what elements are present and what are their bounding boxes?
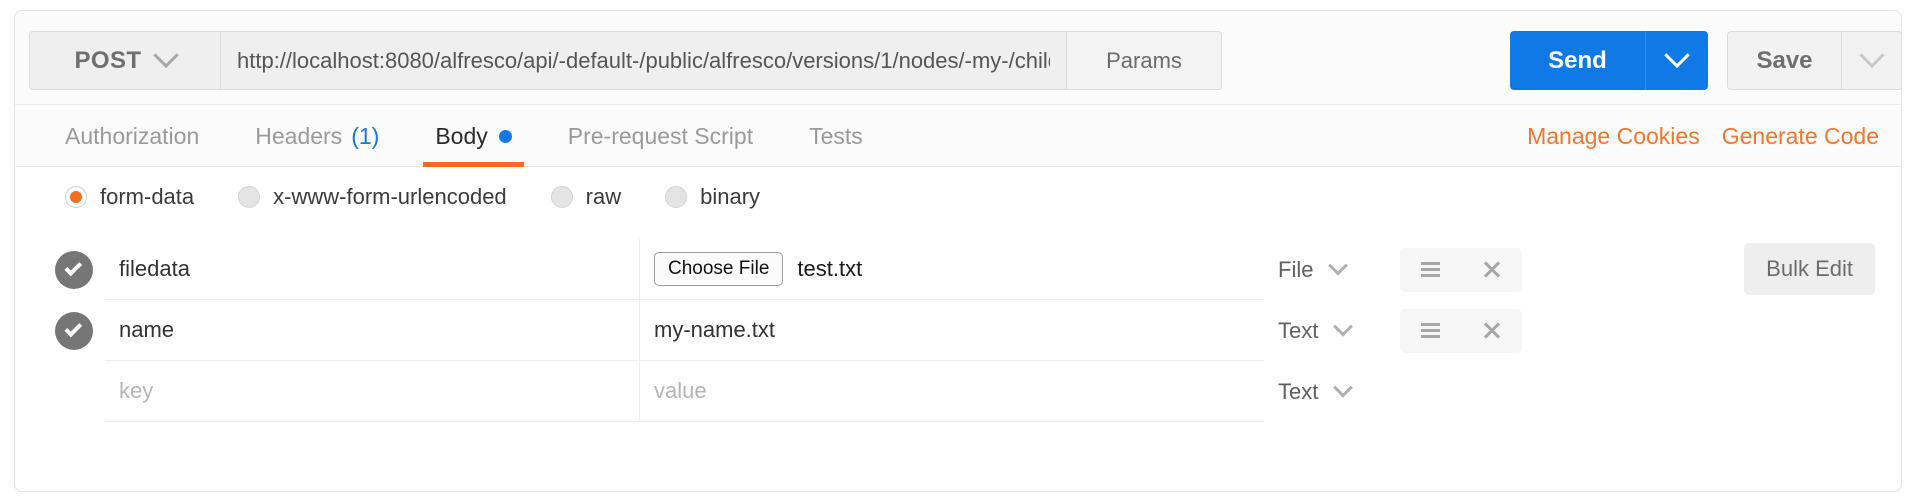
send-options-dropdown[interactable]: [1645, 31, 1708, 90]
row-value-placeholder: value: [654, 378, 707, 403]
row-value-input[interactable]: my-name.txt: [639, 300, 1264, 361]
method-url-group: POST http://localhost:8080/alfresco/api/…: [29, 31, 1222, 90]
tab-authorization[interactable]: Authorization: [37, 105, 227, 167]
row-key-input[interactable]: name: [105, 300, 639, 361]
chevron-down-icon: [1333, 377, 1354, 398]
body-type-label: binary: [700, 184, 761, 209]
tab-body[interactable]: Body: [407, 105, 539, 167]
request-builder-window: POST http://localhost:8080/alfresco/api/…: [14, 10, 1902, 492]
row-type-dropdown[interactable]: Text: [1264, 377, 1384, 405]
row-value-input[interactable]: value: [639, 361, 1264, 422]
row-remove-button[interactable]: [1469, 248, 1515, 292]
row-actions: [1400, 308, 1522, 353]
tab-count-badge: (1): [351, 122, 380, 149]
choose-file-button[interactable]: Choose File: [654, 252, 784, 286]
row-type-label: Text: [1278, 378, 1319, 404]
form-data-table: filedata Choose File test.txt File name …: [43, 239, 1743, 422]
row-actions-placeholder: [1400, 370, 1522, 414]
body-type-label: x-www-form-urlencoded: [273, 184, 507, 209]
tab-label: Headers: [255, 122, 343, 149]
chevron-down-icon: [1858, 42, 1885, 68]
body-type-form-data[interactable]: form-data: [65, 184, 194, 210]
radio-icon: [550, 186, 573, 208]
params-label: Params: [1106, 47, 1182, 73]
check-glyph-icon: [64, 319, 83, 338]
tab-label: Body: [435, 122, 488, 149]
chevron-down-icon: [1333, 316, 1354, 337]
close-icon: [1482, 260, 1502, 280]
tab-tests[interactable]: Tests: [781, 105, 891, 167]
tab-bar-links: Manage Cookies Generate Code: [1527, 105, 1879, 167]
save-button-group: Save: [1727, 31, 1901, 90]
http-method-label: POST: [74, 46, 142, 74]
request-url-input[interactable]: http://localhost:8080/alfresco/api/-defa…: [221, 32, 1066, 89]
send-button[interactable]: Send: [1510, 31, 1645, 90]
radio-icon: [238, 186, 261, 208]
tab-label: Tests: [809, 122, 863, 149]
radio-icon: [665, 186, 688, 208]
row-key-placeholder: key: [119, 378, 154, 403]
save-label: Save: [1756, 46, 1813, 74]
request-tab-bar: Authorization Headers (1) Body Pre-reque…: [15, 105, 1901, 167]
request-url-bar: POST http://localhost:8080/alfresco/api/…: [15, 11, 1901, 105]
row-value-value: my-name.txt: [654, 317, 776, 342]
body-type-binary[interactable]: binary: [665, 184, 760, 210]
chevron-down-icon: [1328, 255, 1349, 276]
chevron-down-icon: [1664, 42, 1690, 68]
check-glyph-icon: [64, 258, 83, 277]
generate-code-link[interactable]: Generate Code: [1722, 123, 1879, 150]
row-key-value: name: [119, 317, 175, 342]
body-type-raw[interactable]: raw: [550, 184, 622, 210]
body-modified-dot-icon: [498, 129, 512, 143]
row-remove-button[interactable]: [1469, 309, 1515, 353]
send-label: Send: [1548, 46, 1607, 74]
table-row: filedata Choose File test.txt File: [43, 239, 1743, 300]
close-icon: [1482, 321, 1502, 341]
tab-headers[interactable]: Headers (1): [227, 105, 407, 167]
selected-file-name: test.txt: [797, 256, 863, 281]
hamburger-icon: [1421, 262, 1440, 277]
row-enabled-checkbox[interactable]: [43, 311, 105, 350]
row-type-dropdown[interactable]: File: [1264, 255, 1384, 283]
bulk-edit-button[interactable]: Bulk Edit: [1744, 243, 1875, 295]
row-type-label: Text: [1278, 317, 1319, 343]
row-type-dropdown[interactable]: Text: [1264, 316, 1384, 344]
body-type-urlencoded[interactable]: x-www-form-urlencoded: [238, 184, 507, 210]
body-type-radio-group: form-data x-www-form-urlencoded raw bina…: [65, 184, 804, 210]
row-description-button[interactable]: [1408, 309, 1454, 353]
params-button[interactable]: Params: [1066, 32, 1221, 89]
tab-label: Authorization: [65, 122, 200, 149]
request-url-value: http://localhost:8080/alfresco/api/-defa…: [237, 47, 1050, 73]
body-type-label: form-data: [100, 184, 195, 209]
radio-icon: [65, 186, 87, 208]
http-method-dropdown[interactable]: POST: [30, 32, 221, 89]
save-button[interactable]: Save: [1728, 32, 1841, 89]
row-key-value: filedata: [119, 256, 190, 281]
radio-selected-dot-icon: [70, 191, 82, 203]
row-actions: [1400, 247, 1522, 292]
table-row: key value Text: [43, 361, 1743, 422]
tab-label: Pre-request Script: [567, 122, 754, 149]
manage-cookies-link[interactable]: Manage Cookies: [1527, 123, 1700, 150]
table-row: name my-name.txt Text: [43, 300, 1743, 361]
tab-pre-request-script[interactable]: Pre-request Script: [540, 105, 781, 167]
row-enabled-checkbox[interactable]: [43, 250, 105, 289]
checkbox-checked-icon: [55, 250, 93, 289]
chevron-down-icon: [153, 42, 180, 68]
checkbox-checked-icon: [55, 311, 93, 350]
row-key-input[interactable]: filedata: [105, 239, 639, 300]
save-options-dropdown[interactable]: [1841, 32, 1901, 89]
row-value-file-picker[interactable]: Choose File test.txt: [639, 239, 1264, 300]
row-key-input[interactable]: key: [105, 361, 639, 422]
send-button-group: Send: [1510, 31, 1708, 90]
request-tabs: Authorization Headers (1) Body Pre-reque…: [37, 105, 891, 167]
body-type-label: raw: [585, 184, 622, 209]
hamburger-icon: [1421, 323, 1440, 338]
request-body-pane: form-data x-www-form-urlencoded raw bina…: [15, 167, 1901, 491]
row-description-button[interactable]: [1408, 248, 1454, 292]
row-type-label: File: [1278, 256, 1314, 282]
